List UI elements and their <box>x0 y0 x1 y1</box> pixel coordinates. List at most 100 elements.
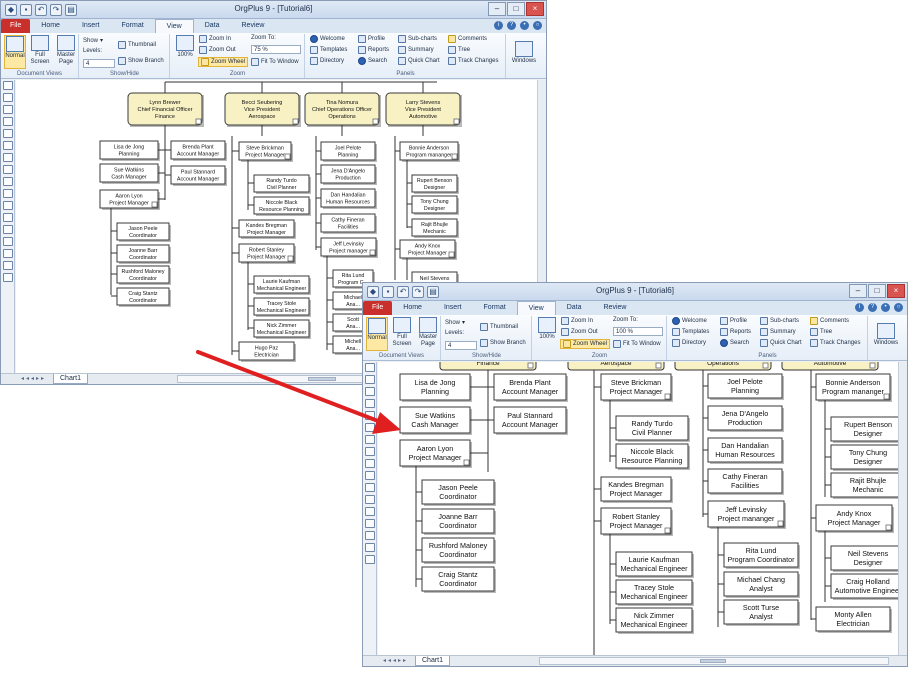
move-tool-icon[interactable] <box>3 105 13 114</box>
assistant-tool-icon[interactable] <box>3 189 13 198</box>
zoom-out-button[interactable]: Zoom Out <box>571 329 598 335</box>
manager-tool-icon[interactable] <box>3 177 13 186</box>
master-page-button[interactable]: Master Page <box>54 35 78 69</box>
minimize-icon[interactable]: – <box>488 2 506 16</box>
rounded-rect-tool-icon[interactable] <box>3 249 13 258</box>
fit-to-window-button[interactable]: Fit To Window <box>261 59 299 65</box>
comments-button[interactable]: Comments <box>458 36 487 42</box>
tab-home[interactable]: Home <box>30 19 71 33</box>
tab-review[interactable]: Review <box>593 301 638 315</box>
manager-tool-icon[interactable] <box>365 459 375 468</box>
quick-chart-button[interactable]: Quick Chart <box>408 58 440 64</box>
levels-combo[interactable]: 4 <box>83 59 115 68</box>
zoom-in-button[interactable]: Zoom In <box>571 318 593 324</box>
normal-view-button[interactable]: Normal <box>366 317 388 351</box>
chart-canvas[interactable]: Finance Aerospace Operations Automotive Lisa… <box>378 362 899 655</box>
pan-tool-icon[interactable] <box>3 129 13 138</box>
scroll-thumb[interactable] <box>700 659 726 663</box>
tab-data[interactable]: Data <box>556 301 593 315</box>
text-tool-icon[interactable] <box>3 225 13 234</box>
welcome-button[interactable]: Welcome <box>320 36 345 42</box>
reports-button[interactable]: Reports <box>368 47 389 53</box>
zoom-100-button[interactable]: 100% <box>174 35 196 69</box>
templates-button[interactable]: Templates <box>320 47 347 53</box>
tab-insert[interactable]: Insert <box>71 19 111 33</box>
coworker-tool-icon[interactable] <box>3 165 13 174</box>
tab-file[interactable]: File <box>363 301 393 315</box>
show-dropdown-icon[interactable]: ▾ <box>100 37 103 44</box>
maximize-icon[interactable]: □ <box>868 284 886 298</box>
rectangle-tool-icon[interactable] <box>3 237 13 246</box>
show-branch-button[interactable]: Show Branch <box>128 58 164 64</box>
zoom-wheel-button[interactable]: Zoom Wheel <box>211 59 245 65</box>
zoom-to-combo[interactable]: 75 % <box>251 45 301 54</box>
sheet-tab-chart1[interactable]: Chart1 <box>415 656 451 666</box>
search-button[interactable]: Search <box>368 58 387 64</box>
tab-file[interactable]: File <box>1 19 31 33</box>
summary-button[interactable]: Summary <box>770 329 796 335</box>
line-tool-icon[interactable] <box>365 495 375 504</box>
info-icon[interactable]: i <box>855 303 864 312</box>
move-tool-icon[interactable] <box>365 387 375 396</box>
help-icon[interactable]: ? <box>507 21 516 30</box>
windows-button[interactable]: Windows <box>871 323 901 353</box>
directory-button[interactable]: Directory <box>320 58 344 64</box>
coworker-tool-icon[interactable] <box>365 447 375 456</box>
tab-format[interactable]: Format <box>472 301 516 315</box>
summary-button[interactable]: Summary <box>408 47 434 53</box>
templates-button[interactable]: Templates <box>682 329 709 335</box>
zoom-wheel-button[interactable]: Zoom Wheel <box>573 341 607 347</box>
zoom-in-button[interactable]: Zoom In <box>209 36 231 42</box>
text-tool-icon[interactable] <box>365 507 375 516</box>
master-page-button[interactable]: Master Page <box>416 317 440 351</box>
scroll-thumb[interactable] <box>308 377 336 381</box>
full-screen-button[interactable]: Full Screen <box>390 317 414 351</box>
sheet-tab-chart1[interactable]: Chart1 <box>53 374 89 384</box>
search-button[interactable]: Search <box>730 340 749 346</box>
select-tool-icon[interactable] <box>3 117 13 126</box>
connector-tool-icon[interactable] <box>3 93 13 102</box>
zoom-tool-icon[interactable] <box>365 423 375 432</box>
show-branch-button[interactable]: Show Branch <box>490 340 526 346</box>
ellipse-tool-icon[interactable] <box>365 543 375 552</box>
vertical-scrollbar[interactable] <box>898 362 907 655</box>
assistant-tool-icon[interactable] <box>365 471 375 480</box>
welcome-button[interactable]: Welcome <box>682 318 707 324</box>
subordinate-tool-icon[interactable] <box>3 153 13 162</box>
subordinate-tool-icon[interactable] <box>365 435 375 444</box>
tab-review[interactable]: Review <box>231 19 276 33</box>
tab-format[interactable]: Format <box>110 19 154 33</box>
levels-combo[interactable]: 4 <box>445 341 477 350</box>
connector-tool-icon[interactable] <box>365 375 375 384</box>
sheet-nav-icon[interactable]: ◂◂◂▸▸ <box>383 656 408 666</box>
tree-button[interactable]: Tree <box>820 329 832 335</box>
profile-button[interactable]: Profile <box>730 318 747 324</box>
zoom-to-combo[interactable]: 100 % <box>613 327 663 336</box>
thumbnail-button[interactable]: Thumbnail <box>490 324 518 330</box>
line-tool-icon[interactable] <box>3 213 13 222</box>
image-tool-icon[interactable] <box>365 555 375 564</box>
rounded-rect-tool-icon[interactable] <box>365 531 375 540</box>
fit-to-window-button[interactable]: Fit To Window <box>623 341 661 347</box>
partner-tool-icon[interactable] <box>3 201 13 210</box>
reports-button[interactable]: Reports <box>730 329 751 335</box>
thumbnail-button[interactable]: Thumbnail <box>128 42 156 48</box>
tab-insert[interactable]: Insert <box>433 301 473 315</box>
globe-icon[interactable]: ○ <box>894 303 903 312</box>
subcharts-button[interactable]: Sub-charts <box>408 36 437 42</box>
comments-button[interactable]: Comments <box>820 318 849 324</box>
track-changes-button[interactable]: Track Changes <box>820 340 860 346</box>
pan-tool-icon[interactable] <box>365 411 375 420</box>
show-dropdown-icon[interactable]: ▾ <box>462 319 465 326</box>
tab-view[interactable]: View <box>154 19 194 33</box>
subcharts-button[interactable]: Sub-charts <box>770 318 799 324</box>
pointer-tool-icon[interactable] <box>365 363 375 372</box>
profile-button[interactable]: Profile <box>368 36 385 42</box>
pointer-tool-icon[interactable] <box>3 81 13 90</box>
zoom-100-button[interactable]: 100% <box>536 317 558 351</box>
windows-button[interactable]: Windows <box>509 41 539 71</box>
quick-chart-button[interactable]: Quick Chart <box>770 340 802 346</box>
zoom-tool-icon[interactable] <box>3 141 13 150</box>
track-changes-button[interactable]: Track Changes <box>458 58 498 64</box>
close-icon[interactable]: × <box>887 284 905 298</box>
